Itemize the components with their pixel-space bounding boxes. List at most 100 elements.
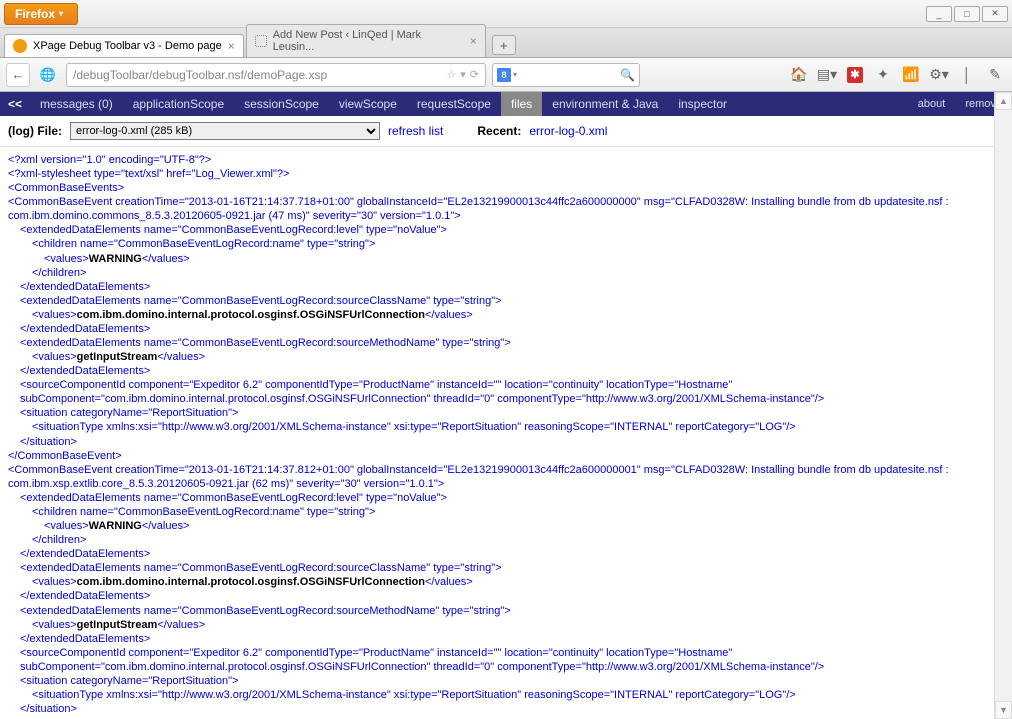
- xml-line: <values>WARNING</values>: [8, 519, 1004, 533]
- xml-value-bold: getInputStream: [77, 351, 158, 363]
- recent-label: Recent:: [477, 124, 521, 138]
- xml-line: <situation categoryName="ReportSituation…: [8, 406, 1004, 420]
- xml-line: </CommonBaseEvent>: [8, 716, 1004, 718]
- vertical-scrollbar[interactable]: ▲ ▼: [994, 92, 1012, 719]
- bookmarks-icon[interactable]: ▤▾: [816, 64, 838, 86]
- xml-line: <values>com.ibm.domino.internal.protocol…: [8, 308, 1004, 322]
- xml-line: <CommonBaseEvent creationTime="2013-01-1…: [8, 463, 1004, 491]
- xml-line: <?xml version="1.0" encoding="UTF-8"?>: [8, 153, 1004, 167]
- tab-title: Add New Post ‹ LinQed | Mark Leusin...: [273, 29, 464, 53]
- xml-line: </extendedDataElements>: [8, 364, 1004, 378]
- url-dropdown-icon[interactable]: ▾: [460, 68, 466, 81]
- debug-tab-files[interactable]: files: [501, 92, 542, 116]
- debug-tab-requestscope[interactable]: requestScope: [407, 92, 501, 116]
- xml-line: </extendedDataElements>: [8, 322, 1004, 336]
- separator-icon: │: [956, 64, 978, 86]
- xml-value-bold: WARNING: [89, 253, 142, 265]
- xml-value-bold: com.ibm.domino.internal.protocol.osginsf…: [77, 309, 425, 321]
- url-bar[interactable]: /debugToolbar/debugToolbar.nsf/demoPage.…: [66, 63, 486, 87]
- xml-line: </extendedDataElements>: [8, 632, 1004, 646]
- xml-line: <extendedDataElements name="CommonBaseEv…: [8, 561, 1004, 575]
- xml-line: <extendedDataElements name="CommonBaseEv…: [8, 604, 1004, 618]
- refresh-list-link[interactable]: refresh list: [388, 124, 443, 138]
- globe-icon: 🌐: [36, 63, 60, 87]
- url-text: /debugToolbar/debugToolbar.nsf/demoPage.…: [73, 68, 442, 82]
- xml-line: <?xml-stylesheet type="text/xsl" href="L…: [8, 167, 1004, 181]
- file-select[interactable]: error-log-0.xml (285 kB): [70, 122, 380, 140]
- xml-line: </situation>: [8, 435, 1004, 449]
- minimize-button[interactable]: _: [926, 6, 952, 22]
- xml-line: <CommonBaseEvents>: [8, 181, 1004, 195]
- reload-icon[interactable]: ⟳: [470, 68, 479, 81]
- scroll-down-button[interactable]: ▼: [995, 701, 1012, 719]
- debug-tab-messages-0-[interactable]: messages (0): [30, 92, 123, 116]
- xml-line: </CommonBaseEvent>: [8, 449, 1004, 463]
- maximize-button[interactable]: □: [954, 6, 980, 22]
- debug-tab-inspector[interactable]: inspector: [668, 92, 737, 116]
- file-label: (log) File:: [8, 124, 62, 138]
- debug-tab-applicationscope[interactable]: applicationScope: [123, 92, 234, 116]
- firefox-menu-button[interactable]: Firefox ▾: [4, 3, 78, 25]
- xml-value-bold: getInputStream: [77, 619, 158, 631]
- debug-tab-environment-java[interactable]: environment & Java: [542, 92, 668, 116]
- xml-line: </situation>: [8, 702, 1004, 716]
- xml-line: <situationType xmlns:xsi="http://www.w3.…: [8, 688, 1004, 702]
- file-filter-row: (log) File: error-log-0.xml (285 kB) ref…: [0, 116, 1012, 147]
- home-icon[interactable]: 🏠: [788, 64, 810, 86]
- search-engine-dropdown-icon[interactable]: ▾: [513, 70, 517, 79]
- xml-line: </children>: [8, 533, 1004, 547]
- search-bar[interactable]: 8 ▾ 🔍: [492, 63, 640, 87]
- xml-line: </extendedDataElements>: [8, 589, 1004, 603]
- xml-value-bold: com.ibm.domino.internal.protocol.osginsf…: [77, 576, 425, 588]
- scroll-up-button[interactable]: ▲: [995, 92, 1012, 110]
- xml-line: <values>com.ibm.domino.internal.protocol…: [8, 575, 1004, 589]
- xml-line: <extendedDataElements name="CommonBaseEv…: [8, 336, 1004, 350]
- back-button[interactable]: ←: [6, 63, 30, 87]
- xml-line: <extendedDataElements name="CommonBaseEv…: [8, 223, 1004, 237]
- xml-line: </extendedDataElements>: [8, 280, 1004, 294]
- xml-line: <CommonBaseEvent creationTime="2013-01-1…: [8, 195, 1004, 223]
- search-go-icon[interactable]: 🔍: [620, 68, 635, 82]
- debug-tab-sessionscope[interactable]: sessionScope: [234, 92, 329, 116]
- xml-line: </children>: [8, 266, 1004, 280]
- debug-toolbar: << messages (0)applicationScopesessionSc…: [0, 92, 1012, 116]
- tab-close-icon[interactable]: ×: [228, 39, 235, 53]
- tab-active[interactable]: XPage Debug Toolbar v3 - Demo page ×: [4, 34, 244, 57]
- search-engine-icon[interactable]: 8: [497, 68, 511, 82]
- titlebar: Firefox ▾ _ □ ✕: [0, 0, 1012, 28]
- tab-inactive[interactable]: Add New Post ‹ LinQed | Mark Leusin... ×: [246, 24, 486, 57]
- xml-line: <extendedDataElements name="CommonBaseEv…: [8, 294, 1004, 308]
- bookmark-star-icon[interactable]: ☆: [446, 68, 456, 81]
- firefox-label: Firefox: [15, 7, 55, 21]
- toolbar-icons: 🏠 ▤▾ ✱ ✦ 📶 ⚙▾ │ ✎: [788, 64, 1006, 86]
- xml-line: <values>WARNING</values>: [8, 252, 1004, 266]
- collapse-toolbar-button[interactable]: <<: [0, 97, 30, 111]
- xml-value-bold: WARNING: [89, 520, 142, 532]
- recent-file-link[interactable]: error-log-0.xml: [529, 124, 607, 138]
- navigation-bar: ← 🌐 /debugToolbar/debugToolbar.nsf/demoP…: [0, 58, 1012, 92]
- xml-line: <values>getInputStream</values>: [8, 618, 1004, 632]
- xml-line: <extendedDataElements name="CommonBaseEv…: [8, 491, 1004, 505]
- extension-red-icon[interactable]: ✱: [844, 64, 866, 86]
- xml-line: <situationType xmlns:xsi="http://www.w3.…: [8, 420, 1004, 434]
- xml-log-content[interactable]: <?xml version="1.0" encoding="UTF-8"?><?…: [0, 147, 1012, 718]
- debug-tab-viewscope[interactable]: viewScope: [329, 92, 407, 116]
- eyedropper-icon[interactable]: ✎: [984, 64, 1006, 86]
- about-link[interactable]: about: [908, 98, 956, 110]
- tab-strip: XPage Debug Toolbar v3 - Demo page × Add…: [0, 28, 1012, 58]
- share-icon[interactable]: ✦: [872, 64, 894, 86]
- caret-down-icon: ▾: [59, 9, 63, 18]
- tab-close-icon[interactable]: ×: [470, 34, 477, 48]
- xml-line: </extendedDataElements>: [8, 547, 1004, 561]
- xml-line: <sourceComponentId component="Expeditor …: [8, 646, 1004, 674]
- xml-line: <values>getInputStream</values>: [8, 350, 1004, 364]
- xml-line: <children name="CommonBaseEventLogRecord…: [8, 505, 1004, 519]
- gear-icon[interactable]: ⚙▾: [928, 64, 950, 86]
- xml-line: <situation categoryName="ReportSituation…: [8, 674, 1004, 688]
- xml-line: <sourceComponentId component="Expeditor …: [8, 378, 1004, 406]
- feed-icon[interactable]: 📶: [900, 64, 922, 86]
- close-button[interactable]: ✕: [982, 6, 1008, 22]
- xml-line: <children name="CommonBaseEventLogRecord…: [8, 237, 1004, 251]
- tab-title: XPage Debug Toolbar v3 - Demo page: [33, 40, 222, 52]
- new-tab-button[interactable]: +: [492, 35, 516, 55]
